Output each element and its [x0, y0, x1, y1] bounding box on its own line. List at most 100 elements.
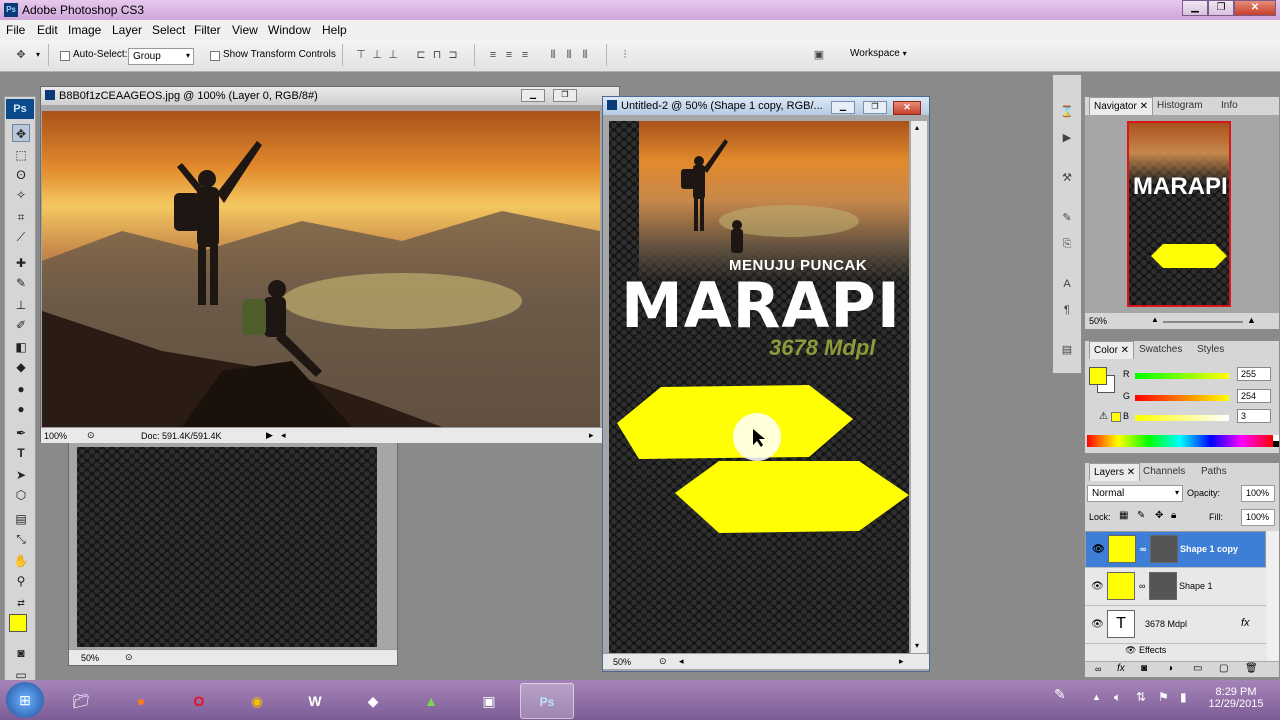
menu-filter[interactable]: Filter [194, 23, 221, 37]
clone-stamp-tool-icon[interactable]: ⊥ [12, 296, 30, 314]
brushes-panel-icon[interactable]: ✎ [1060, 211, 1074, 225]
close-window-button[interactable]: ✕ [1234, 0, 1276, 16]
spectrum-black[interactable] [1273, 441, 1279, 447]
chrome-taskbar-icon[interactable]: ◉ [230, 683, 284, 719]
adjustment-layer-icon[interactable]: ◑ [1167, 663, 1173, 674]
marquee-tool-icon[interactable]: ⬚ [12, 146, 30, 164]
color-spectrum-bar[interactable] [1087, 435, 1273, 447]
align-horizontal-center-icon[interactable]: ⊓ [430, 48, 444, 62]
status-menu-icon[interactable]: ⊙ [125, 652, 133, 663]
distribute-left-icon[interactable]: ⫴ [546, 48, 560, 62]
b-channel-slider[interactable] [1135, 415, 1229, 421]
zoom-level[interactable]: 50% [81, 653, 99, 663]
auto-align-icon[interactable]: ⫶ [618, 48, 632, 62]
delete-layer-icon[interactable]: 🗑︎ [1245, 663, 1258, 674]
add-style-icon[interactable]: fx [1117, 663, 1125, 674]
zoom-tool-icon[interactable]: ⚲ [12, 572, 30, 590]
menu-edit[interactable]: Edit [37, 23, 58, 37]
move-tool-preset-icon[interactable]: ✥ [14, 48, 28, 62]
navigator-zoom-slider[interactable] [1163, 321, 1243, 323]
network-icon[interactable]: ⇅ [1136, 690, 1146, 704]
distribute-bottom-icon[interactable]: ≡ [518, 48, 532, 62]
menu-file[interactable]: File [6, 23, 25, 37]
lock-position-icon[interactable]: ✥ [1155, 510, 1163, 521]
menu-help[interactable]: Help [322, 23, 347, 37]
tab-layers[interactable]: Layers ✕ [1089, 463, 1141, 481]
vertical-scrollbar[interactable]: ▴ ▾ [911, 121, 927, 653]
lock-all-icon[interactable]: 🔒︎ [1171, 510, 1176, 521]
history-brush-tool-icon[interactable]: ✐ [12, 316, 30, 334]
menu-image[interactable]: Image [68, 23, 101, 37]
align-left-icon[interactable]: ⊏ [414, 48, 428, 62]
eyedropper-tool-icon[interactable]: ⤡ [12, 530, 30, 548]
scroll-up-icon[interactable]: ▴ [915, 123, 919, 132]
layer-comps-icon[interactable]: ▤ [1060, 343, 1074, 357]
auto-select-checkbox[interactable] [60, 51, 70, 61]
doc-minimize-button[interactable]: ▁ [521, 89, 545, 102]
tool-presets-icon[interactable]: ⚒ [1060, 171, 1074, 185]
align-top-icon[interactable]: ⊤ [354, 48, 368, 62]
brush-tool-icon[interactable]: ✎ [12, 274, 30, 292]
r-channel-value[interactable]: 255 [1237, 367, 1271, 381]
explorer-taskbar-icon[interactable]: 📁︎ [54, 683, 108, 719]
paragraph-panel-icon[interactable]: ¶ [1060, 303, 1074, 317]
move-tool-icon[interactable]: ✥ [12, 124, 30, 142]
crop-tool-icon[interactable]: ⌗ [12, 208, 30, 226]
tab-info[interactable]: Info [1217, 97, 1242, 115]
lock-transparent-icon[interactable]: ▦ [1119, 510, 1128, 521]
scroll-left-icon[interactable]: ◂ [281, 430, 286, 441]
link-icon[interactable]: ∞ [1140, 544, 1146, 554]
tab-channels[interactable]: Channels [1139, 463, 1189, 481]
g-channel-value[interactable]: 254 [1237, 389, 1271, 403]
align-right-icon[interactable]: ⊐ [446, 48, 460, 62]
navigator-zoom[interactable]: 50% [1089, 316, 1107, 326]
show-transform-checkbox[interactable] [210, 51, 220, 61]
app-taskbar-icon[interactable]: ◆ [346, 683, 400, 719]
character-panel-icon[interactable]: A [1060, 277, 1074, 291]
scroll-down-icon[interactable]: ▾ [915, 641, 919, 650]
scroll-right-icon[interactable]: ▸ [899, 656, 904, 667]
tab-paths[interactable]: Paths [1197, 463, 1231, 481]
photoshop-taskbar-icon[interactable]: Ps [520, 683, 574, 719]
fill-value[interactable]: 100% [1241, 509, 1275, 526]
magic-wand-tool-icon[interactable]: ✧ [12, 186, 30, 204]
scroll-right-icon[interactable]: ▸ [589, 430, 594, 441]
pen-tool-icon[interactable]: ✒ [12, 424, 30, 442]
eye-icon[interactable]: 👁︎ [1125, 645, 1136, 655]
foreground-color-swatch[interactable] [9, 614, 27, 632]
minimize-window-button[interactable]: ▁ [1182, 0, 1208, 16]
distribute-right-icon[interactable]: ⫴ [578, 48, 592, 62]
play-arrow-icon[interactable]: ▶ [266, 430, 273, 441]
status-menu-icon[interactable]: ⊙ [659, 656, 667, 667]
layer-row-shape-1-copy[interactable]: 👁︎ ∞ Shape 1 copy [1085, 531, 1266, 568]
clock[interactable]: 8:29 PM 12/29/2015 [1200, 686, 1272, 710]
healing-brush-tool-icon[interactable]: ✚ [12, 254, 30, 272]
dodge-tool-icon[interactable]: ● [12, 400, 30, 418]
tab-styles[interactable]: Styles [1193, 341, 1228, 359]
distribute-hcenter-icon[interactable]: ⫴ [562, 48, 576, 62]
tab-swatches[interactable]: Swatches [1135, 341, 1186, 359]
layer-row-3678-mdpl[interactable]: 👁︎ T 3678 Mdpl fx [1085, 607, 1266, 644]
zoom-out-icon[interactable]: ▲ [1151, 315, 1159, 324]
bridge-icon[interactable]: ▣ [812, 48, 826, 62]
opacity-value[interactable]: 100% [1241, 485, 1275, 502]
navigator-preview[interactable]: MARAPI [1127, 121, 1231, 307]
firefox-taskbar-icon[interactable]: ● [114, 683, 168, 719]
doc-maximize-button[interactable]: ❐ [553, 89, 577, 102]
r-channel-slider[interactable] [1135, 373, 1229, 379]
doc-maximize-button[interactable]: ❐ [863, 101, 887, 114]
start-button[interactable]: ⊞ [6, 682, 44, 718]
menu-layer[interactable]: Layer [112, 23, 142, 37]
menu-view[interactable]: View [232, 23, 258, 37]
document-window-texture[interactable]: 50% ⊙ [68, 440, 398, 666]
new-group-icon[interactable]: ▭ [1193, 663, 1202, 674]
eye-icon[interactable]: 👁︎ [1091, 619, 1104, 630]
layer-row-shape-1[interactable]: 👁︎ ∞ Shape 1 [1085, 569, 1266, 606]
battery-icon[interactable]: ▮ [1180, 690, 1187, 704]
show-hidden-icons[interactable]: ▲ [1092, 692, 1101, 702]
opera-taskbar-icon[interactable]: O [172, 683, 226, 719]
distribute-top-icon[interactable]: ≡ [486, 48, 500, 62]
link-layers-icon[interactable]: ∞ [1095, 664, 1101, 674]
zoom-level[interactable]: 50% [613, 657, 631, 667]
layer-effects-icon[interactable]: fx [1241, 617, 1250, 629]
